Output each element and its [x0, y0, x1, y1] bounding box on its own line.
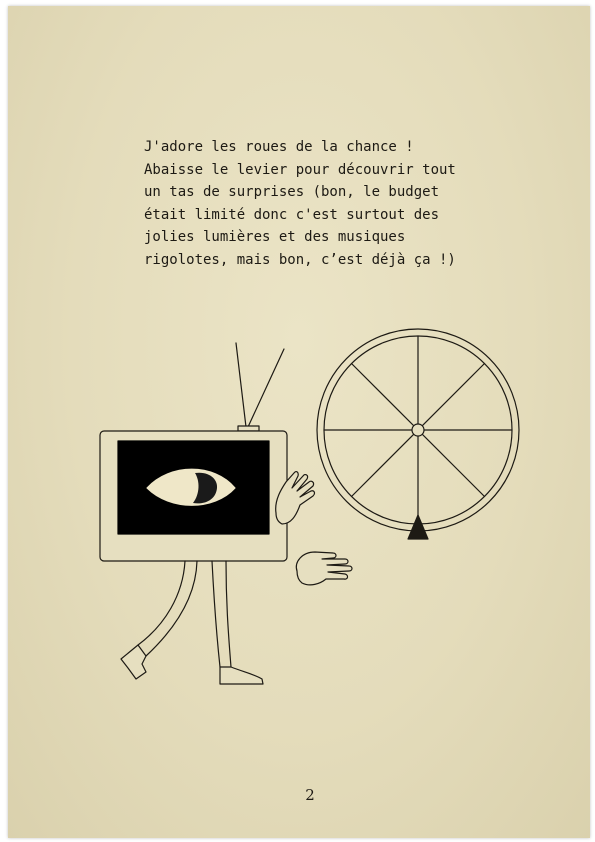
leg-left-inner [145, 560, 198, 657]
shoe-left [120, 644, 147, 680]
leg-right-inner [225, 560, 232, 668]
wheel-hub [411, 423, 425, 437]
antenna-right [247, 348, 285, 428]
leg-right [211, 560, 221, 668]
leg-left [137, 560, 186, 646]
shoe-right [219, 666, 264, 685]
page-number: 2 [305, 786, 315, 804]
page: J'adore les roues de la chance ! Abaisse… [0, 0, 595, 842]
tv-character-icon [99, 342, 288, 685]
wheel-of-fortune-icon [316, 328, 520, 540]
antenna-left [235, 342, 247, 428]
hand-icon [295, 551, 353, 586]
illustration [99, 328, 520, 685]
wheel-pointer [407, 514, 429, 540]
antenna-base [237, 425, 260, 432]
